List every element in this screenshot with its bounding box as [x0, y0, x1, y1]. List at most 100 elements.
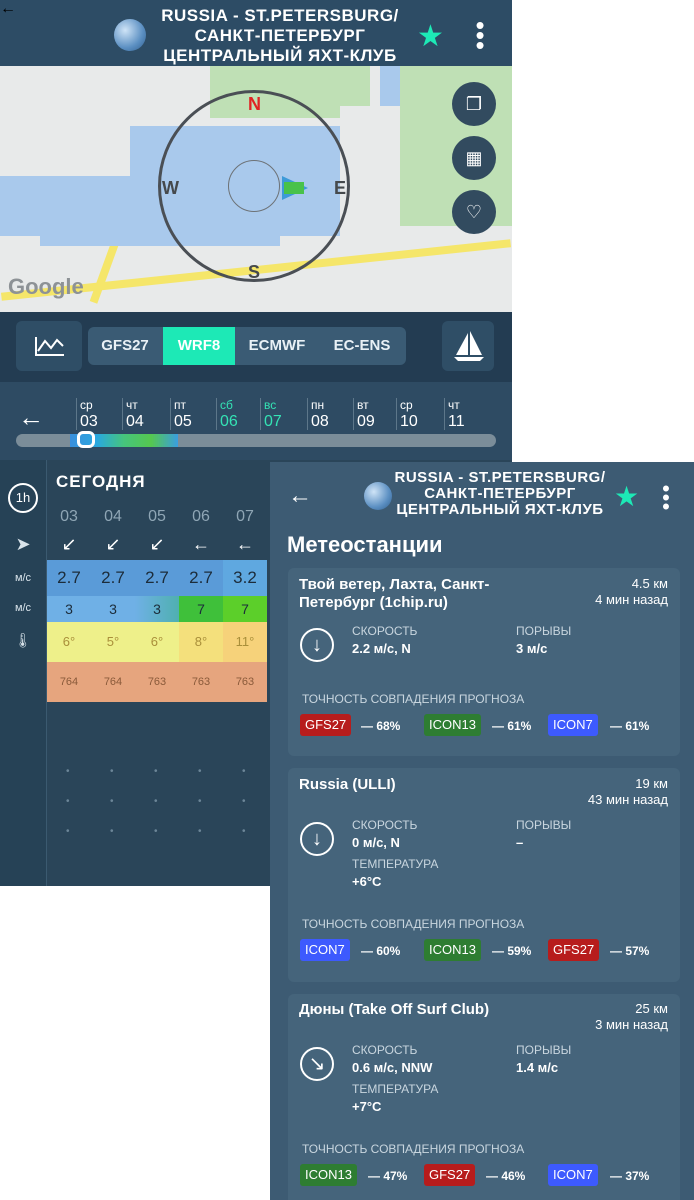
model-badge-gfs27: GFS27 — [300, 714, 352, 736]
empty-dot: • — [154, 796, 158, 807]
gust-value: 1.4 м/с — [516, 1060, 559, 1075]
wind-sector-green — [284, 182, 304, 194]
model-tab-gfs27[interactable]: GFS27 — [88, 327, 162, 365]
chart-button[interactable] — [16, 321, 82, 371]
wind-direction-icon: ↓ — [300, 628, 334, 662]
day-item[interactable]: ср 03 — [80, 398, 98, 432]
day-item[interactable]: ср 10 — [400, 398, 418, 432]
prev-arrow-icon[interactable]: ← — [18, 404, 44, 430]
day-date: 03 — [80, 413, 98, 430]
boat-button[interactable] — [442, 321, 494, 371]
temperature-cell: 6° — [135, 622, 179, 662]
day-item[interactable]: пт 05 — [174, 398, 192, 432]
temperature-value: +7°C — [352, 1099, 382, 1114]
wind-direction-icon: ↙ — [61, 534, 77, 554]
day-divider — [260, 398, 261, 430]
gust-unit-label: м/с — [14, 602, 32, 614]
wind-gust-cell: 3 — [91, 596, 135, 622]
day-item[interactable]: чт 04 — [126, 398, 144, 432]
temperature-cell: 8° — [179, 622, 223, 662]
empty-dot: • — [198, 796, 202, 807]
station-title: RUSSIA - ST.PETERSBURG/ САНКТ-ПЕТЕРБУРГ … — [370, 470, 630, 518]
accuracy-label: ТОЧНОСТЬ СОВПАДЕНИЯ ПРОГНОЗА — [302, 692, 525, 706]
day-name: вс — [264, 398, 277, 412]
timeline-handle[interactable] — [77, 431, 95, 448]
empty-dot: • — [66, 826, 70, 837]
model-badge-icon7: ICON7 — [548, 714, 598, 736]
more-menu-icon[interactable]: • • • — [474, 12, 486, 58]
gust-value: – — [516, 835, 524, 850]
page-title: Метеостанции — [287, 532, 443, 557]
model-badge-gfs27: GFS27 — [424, 1164, 476, 1186]
station-name-line: Петербург (1chip.ru) — [299, 594, 448, 611]
day-divider — [216, 398, 217, 430]
empty-dot: • — [154, 766, 158, 777]
empty-dot: • — [198, 826, 202, 837]
accuracy-percent: — 57% — [610, 944, 650, 958]
row-labels-column — [0, 460, 47, 886]
wind-gust-cell: 3 — [135, 596, 179, 622]
wind-speed-cell: 2.7 — [47, 560, 91, 596]
more-menu-icon[interactable]: • • • — [660, 478, 672, 518]
empty-dot: • — [198, 766, 202, 777]
day-item[interactable]: пн 08 — [311, 398, 329, 432]
temperature-cell: 11° — [223, 622, 267, 662]
temperature-label: ТЕМПЕРАТУРА — [352, 857, 439, 871]
day-name: ср — [400, 398, 413, 412]
wind-speed-cell: 2.7 — [135, 560, 179, 596]
map-icon[interactable]: ▦ — [452, 136, 496, 180]
layers-icon[interactable]: ❐ — [452, 82, 496, 126]
station-name: Russia (ULLI) — [299, 776, 396, 793]
day-date: 06 — [220, 413, 238, 430]
interval-1h-button[interactable]: 1h — [8, 483, 38, 513]
accuracy-percent: — 61% — [492, 719, 532, 733]
wind-speed-cell: 2.7 — [91, 560, 135, 596]
back-arrow-icon[interactable]: ← — [288, 484, 312, 508]
temperature-cell: 6° — [47, 622, 91, 662]
favorite-star-icon[interactable]: ★ — [614, 482, 639, 512]
thermometer-icon: 🌡 — [14, 632, 32, 648]
wind-direction-icon: ← — [192, 534, 210, 554]
station-distance: 25 км 3 мин назад — [560, 1001, 668, 1033]
back-arrow-icon[interactable]: ← — [0, 0, 16, 18]
bell-icon[interactable]: ♡ — [452, 190, 496, 234]
google-logo: Google — [8, 274, 84, 299]
day-item[interactable]: чт 11 — [448, 398, 465, 432]
title-line: RUSSIA - ST.PETERSBURG/ — [161, 6, 399, 25]
gust-value: 3 м/с — [516, 641, 548, 656]
day-item[interactable]: вт 09 — [357, 398, 375, 432]
day-date: 08 — [311, 413, 329, 430]
title-line: САНКТ-ПЕТЕРБУРГ — [194, 26, 366, 45]
day-item-weekend[interactable]: вс 07 — [264, 398, 282, 432]
day-date: 04 — [126, 413, 144, 430]
day-name: ср — [80, 398, 93, 412]
title-line: RUSSIA - ST.PETERSBURG/ — [394, 469, 606, 486]
day-date: 10 — [400, 413, 418, 430]
day-item-weekend[interactable]: сб 06 — [220, 398, 238, 432]
chart-icon — [35, 337, 64, 356]
model-tab-ecmwf[interactable]: ECMWF — [236, 327, 318, 365]
day-date: 07 — [264, 413, 282, 430]
updated-ago-text: 43 мин назад — [587, 792, 668, 807]
day-divider — [170, 398, 171, 430]
model-badge-gfs27: GFS27 — [548, 939, 600, 961]
gust-label: ПОРЫВЫ — [516, 818, 572, 832]
station-distance: 4.5 км 4 мин назад — [560, 576, 668, 608]
accuracy-percent: — 60% — [361, 944, 401, 958]
favorite-star-icon[interactable]: ★ — [417, 22, 444, 52]
speed-value: 2.2 м/с, N — [352, 641, 411, 656]
accuracy-percent: — 68% — [361, 719, 401, 733]
accuracy-label: ТОЧНОСТЬ СОВПАДЕНИЯ ПРОГНОЗА — [302, 1142, 525, 1156]
pressure-cell: 764 — [91, 662, 135, 702]
speed-label: СКОРОСТЬ — [352, 1043, 418, 1057]
model-tab-wrf8[interactable]: WRF8 — [163, 327, 235, 365]
day-divider — [307, 398, 308, 430]
hour-cell: 03 — [60, 508, 78, 525]
wind-compass-center — [228, 160, 280, 212]
temperature-value: +6°C — [352, 874, 382, 889]
day-name: чт — [126, 398, 138, 412]
temperature-label: ТЕМПЕРАТУРА — [352, 1082, 439, 1096]
model-tab-ec-ens[interactable]: EC-ENS — [318, 327, 406, 365]
empty-dot: • — [242, 766, 246, 777]
day-divider — [122, 398, 123, 430]
